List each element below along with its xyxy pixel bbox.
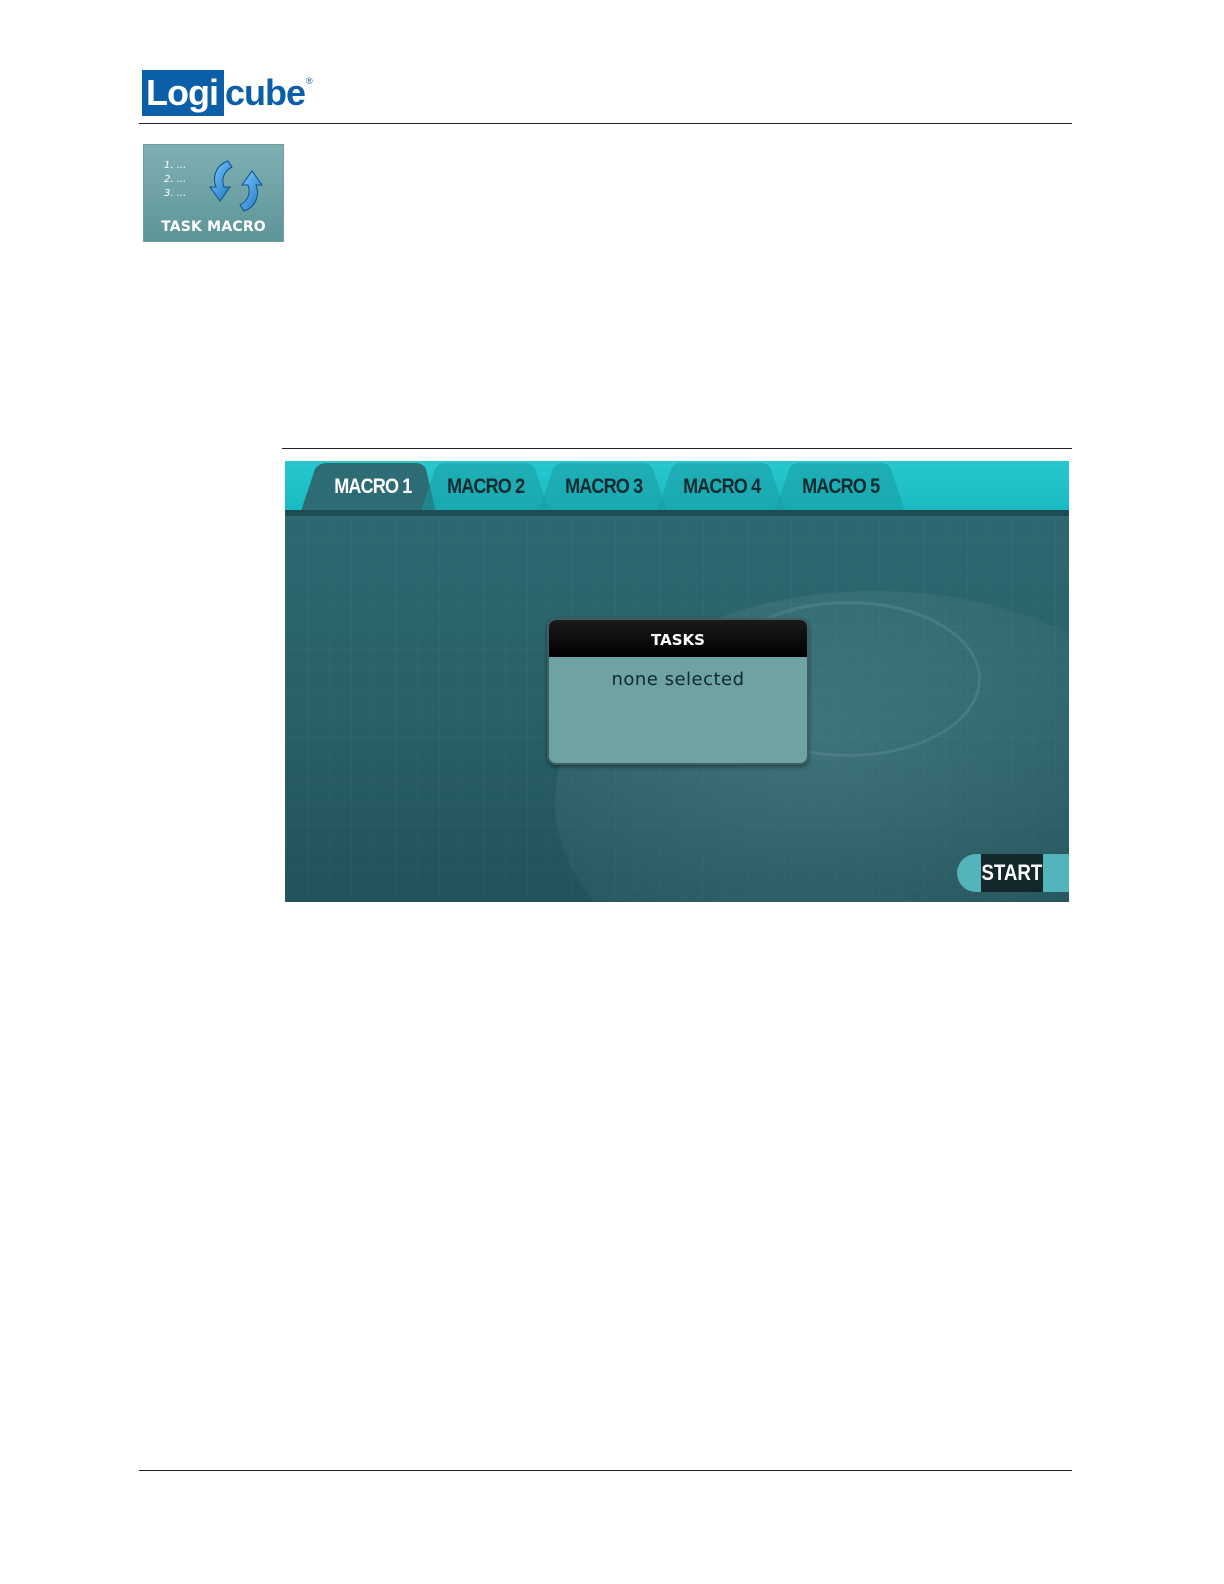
start-button[interactable]: START (981, 854, 1043, 892)
logicube-logo: Logi cube ® (142, 70, 313, 116)
tab-bar-underline (285, 510, 1069, 516)
section-divider (282, 448, 1072, 449)
task-macro-icon: 1. ... 2. ... 3. ... TASK MACRO (143, 144, 284, 242)
tab-macro-4[interactable]: MACRO 4 (683, 461, 761, 513)
logo-registered-mark: ® (306, 76, 313, 86)
list-line: 2. ... (164, 174, 187, 185)
tasks-panel[interactable]: TASKS none selected (547, 618, 809, 765)
tab-macro-1[interactable]: MACRO 1 (332, 461, 414, 513)
tab-macro-3[interactable]: MACRO 3 (565, 461, 643, 513)
header-divider (139, 123, 1072, 124)
tasks-value: none selected (611, 669, 745, 690)
footer-divider (139, 1470, 1072, 1471)
task-macro-label: TASK MACRO (161, 219, 266, 235)
list-line: 1. ... (164, 160, 187, 171)
task-list-graphic: 1. ... 2. ... 3. ... (164, 159, 186, 201)
device-screen: MACRO 1 MACRO 2 MACRO 3 MACRO 4 MACRO 5 … (285, 461, 1069, 902)
refresh-arrows-icon (209, 160, 263, 212)
tab-macro-5[interactable]: MACRO 5 (802, 461, 880, 513)
logo-text-block: Logi (142, 70, 224, 116)
logo-text-tail: cube (224, 72, 306, 113)
tasks-title: TASKS (549, 620, 807, 657)
start-label: START (981, 860, 1043, 885)
tab-macro-2[interactable]: MACRO 2 (447, 461, 525, 513)
list-line: 3. ... (164, 188, 187, 199)
macro-tab-bar: MACRO 1 MACRO 2 MACRO 3 MACRO 4 MACRO 5 (285, 461, 1069, 517)
